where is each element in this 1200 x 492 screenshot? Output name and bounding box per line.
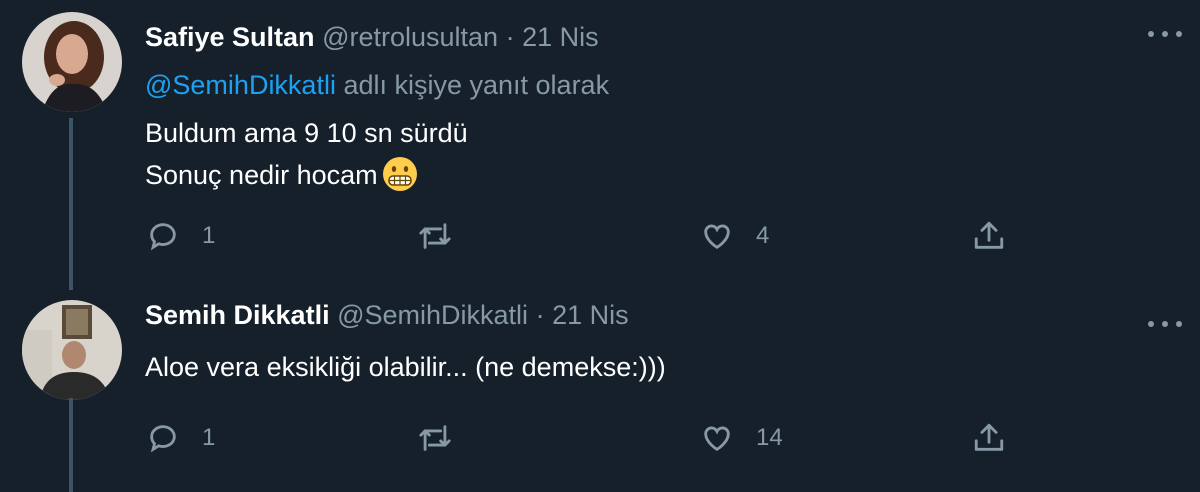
replying-to: @SemihDikkatli adlı kişiye yanıt olarak <box>145 68 609 102</box>
user-handle[interactable]: @SemihDikkatli <box>337 300 528 330</box>
retweet-icon <box>419 223 451 249</box>
tweet-actions: 1 14 <box>0 418 1200 458</box>
mention-link[interactable]: @SemihDikkatli <box>145 70 336 100</box>
like-icon <box>704 224 730 249</box>
thread-line <box>69 118 73 290</box>
like-count: 14 <box>756 424 783 451</box>
reply-icon <box>150 425 176 453</box>
user-handle[interactable]: @retrolusultan <box>322 22 498 52</box>
reply-count: 1 <box>202 222 216 249</box>
like-button[interactable]: 4 <box>700 216 769 256</box>
tweet-text: Aloe vera eksikliği olabilir... (ne deme… <box>145 346 666 388</box>
tweet-line: Buldum ama 9 10 sn sürdü <box>145 118 468 148</box>
more-icon[interactable] <box>1148 24 1182 44</box>
retweet-button[interactable] <box>418 418 474 458</box>
like-icon <box>704 426 730 451</box>
more-icon[interactable] <box>1148 314 1182 334</box>
like-button[interactable]: 14 <box>700 418 783 458</box>
grimacing-face-icon <box>382 157 417 191</box>
reply-count: 1 <box>202 424 216 451</box>
tweet-header: Semih Dikkatli @SemihDikkatli · 21 Nis <box>145 298 629 332</box>
replying-suffix: adlı kişiye yanıt olarak <box>335 70 610 100</box>
separator: · <box>505 22 515 52</box>
tweet-text: Buldum ama 9 10 sn sürdü Sonuç nedir hoc… <box>145 112 468 196</box>
reply-button[interactable]: 1 <box>146 216 215 256</box>
tweet[interactable]: Safiye Sultan @retrolusultan · 21 Nis @S… <box>0 0 1200 290</box>
tweet-line: Sonuç nedir hocam <box>145 160 378 190</box>
tweet[interactable]: Semih Dikkatli @SemihDikkatli · 21 Nis A… <box>0 290 1200 492</box>
retweet-button[interactable] <box>418 216 474 256</box>
share-icon <box>974 221 1004 249</box>
tweet-date[interactable]: 21 Nis <box>552 300 629 330</box>
share-button[interactable] <box>972 216 1006 256</box>
share-button[interactable] <box>972 418 1006 458</box>
tweet-line: Aloe vera eksikliği olabilir... (ne deme… <box>145 352 666 382</box>
reply-button[interactable]: 1 <box>146 418 215 458</box>
separator: · <box>535 300 545 330</box>
tweet-line-with-emoji: Sonuç nedir hocam <box>145 154 468 196</box>
tweet-date[interactable]: 21 Nis <box>522 22 599 52</box>
avatar[interactable] <box>22 12 122 112</box>
like-count: 4 <box>756 222 770 249</box>
share-icon <box>974 423 1004 451</box>
display-name[interactable]: Semih Dikkatli <box>145 300 330 330</box>
retweet-icon <box>419 425 451 451</box>
tweet-actions: 1 4 <box>0 216 1200 256</box>
tweet-header: Safiye Sultan @retrolusultan · 21 Nis <box>145 20 599 54</box>
reply-icon <box>150 223 176 251</box>
display-name[interactable]: Safiye Sultan <box>145 22 315 52</box>
avatar[interactable] <box>22 300 122 400</box>
